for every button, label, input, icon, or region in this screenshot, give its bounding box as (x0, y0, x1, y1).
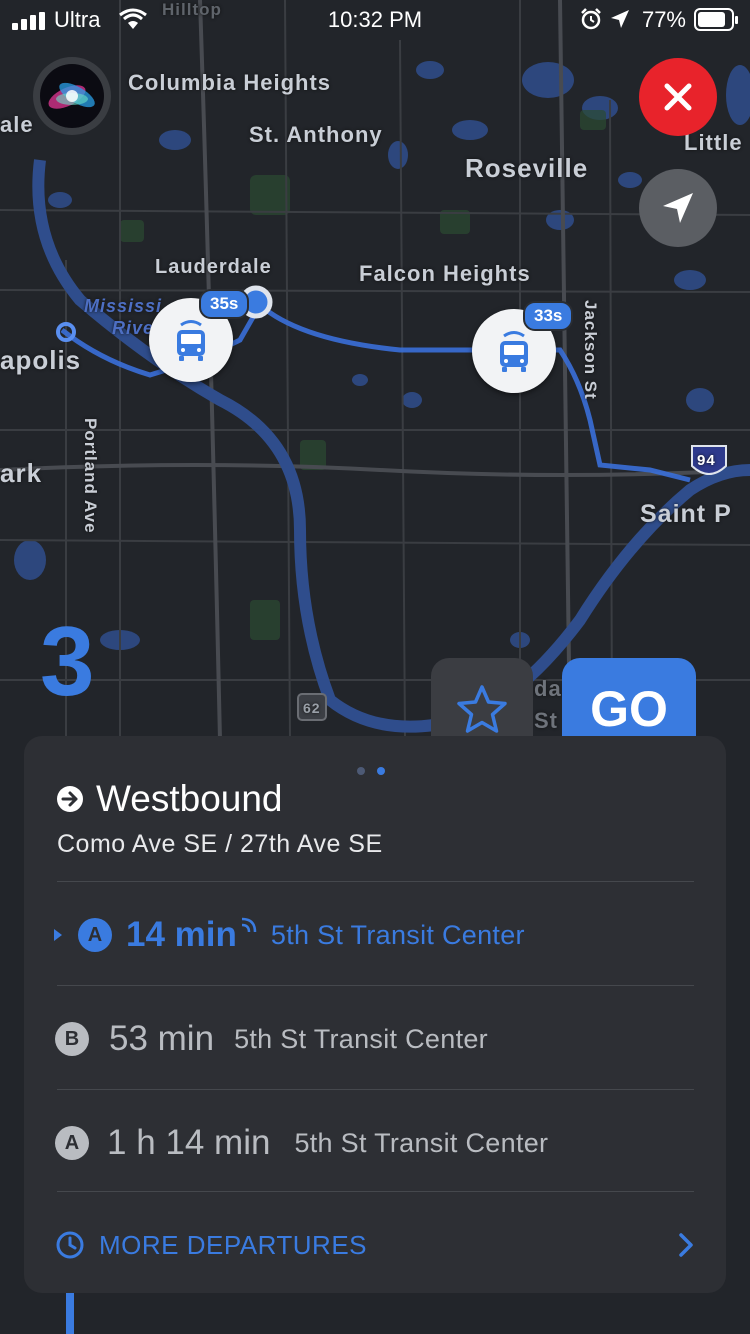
map-label-apolis: apolis (0, 345, 82, 375)
map-label-portland-ave: Portland Ave (81, 418, 100, 534)
bus-eta-badge: 33s (523, 301, 574, 331)
more-departures-button[interactable]: MORE DEPARTURES (55, 1225, 700, 1265)
map-label-ale: ale (0, 112, 34, 137)
alarm-icon (581, 8, 601, 30)
more-departures-label: MORE DEPARTURES (99, 1229, 368, 1260)
page-indicator[interactable] (357, 762, 397, 775)
route-variant-badge: A (55, 1126, 89, 1160)
status-time: 10:32 PM (327, 7, 423, 32)
bus-icon (177, 320, 205, 361)
battery-percent: 77% (641, 7, 686, 32)
map-label-partial-st: St (534, 708, 558, 733)
status-bar: Ultra 10:32 PM 77% (0, 0, 750, 40)
page-dot-active (377, 767, 385, 775)
map-label-st-anthony: St. Anthony (249, 122, 383, 147)
battery-icon (694, 8, 738, 31)
map-label-columbia-heights: Columbia Heights (128, 70, 332, 95)
route-variant-badge: A (78, 918, 112, 952)
departure-destination: 5th St Transit Center (294, 1127, 549, 1158)
close-button[interactable] (639, 58, 717, 136)
map-label-saint-paul: Saint P (640, 500, 732, 528)
map-label-lauderdale: Lauderdale (155, 256, 272, 278)
chevron-right-icon (679, 1233, 693, 1257)
highway-62-label: 62 (303, 700, 321, 716)
route-variant-badge: B (55, 1022, 89, 1056)
recenter-location-button[interactable] (639, 169, 717, 247)
map-label-roseville: Roseville (465, 153, 589, 183)
siri-icon (40, 64, 104, 128)
arrow-right-circle-icon (57, 786, 83, 812)
direction-title: Westbound (96, 778, 283, 819)
divider (57, 881, 694, 882)
divider (57, 1191, 694, 1192)
map-label-falcon-heights: Falcon Heights (359, 261, 531, 286)
departure-row[interactable]: B 53 min 5th St Transit Center (55, 1009, 488, 1069)
departure-time: 1 h 14 min (107, 1123, 271, 1162)
map-label-river: Rive (112, 318, 155, 338)
departure-time: 14 min (126, 915, 237, 954)
interstate-94-label: 94 (697, 452, 716, 469)
bus-icon (500, 331, 528, 372)
divider (57, 985, 694, 986)
departure-row[interactable]: A 1 h 14 min 5th St Transit Center (55, 1113, 548, 1173)
departure-time: 53 min (109, 1019, 215, 1058)
route-timeline-line (66, 1293, 74, 1334)
realtime-signal-icon (241, 917, 257, 933)
departure-destination: 5th St Transit Center (234, 1023, 488, 1054)
navigation-arrow-icon (663, 193, 693, 223)
divider (57, 1089, 694, 1090)
map-label-partial-da: da (534, 676, 562, 701)
departure-destination: 5th St Transit Center (270, 919, 525, 950)
bus-eta-badge: 35s (199, 289, 250, 319)
direction-header: Westbound (56, 777, 283, 821)
star-icon (457, 685, 507, 733)
map-label-jackson-st: Jackson St (581, 300, 600, 400)
map-label-little: Little (684, 130, 743, 155)
close-icon (664, 83, 692, 111)
route-number: 3 (40, 606, 95, 716)
location-arrow-icon (611, 10, 629, 28)
siri-button[interactable] (33, 57, 111, 135)
departure-row-selected[interactable]: A 14 min 5th St Transit Center (52, 905, 525, 965)
selected-caret-icon (54, 929, 62, 941)
map-label-mississippi: Mississi (84, 296, 163, 316)
stop-name: Como Ave SE / 27th Ave SE (57, 830, 383, 858)
page-dot (357, 767, 365, 775)
clock-icon (56, 1231, 84, 1259)
map-label-ark: ark (0, 458, 43, 488)
